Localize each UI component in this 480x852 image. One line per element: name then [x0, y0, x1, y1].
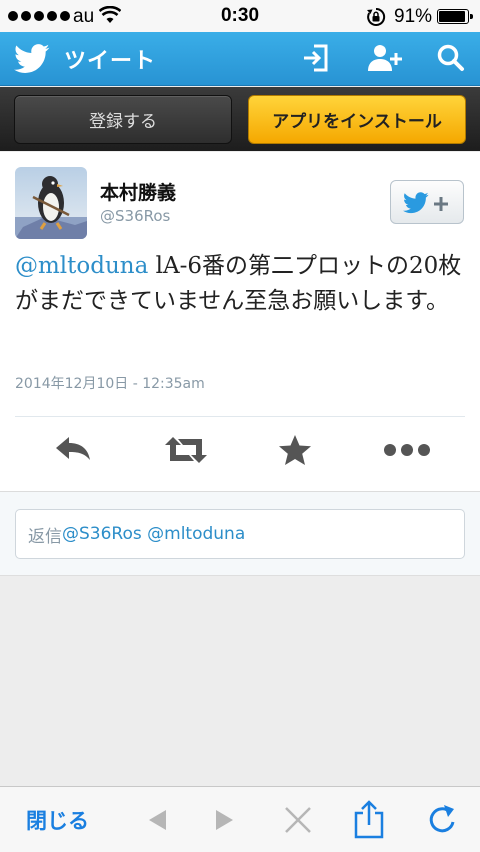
retweet-icon[interactable]	[163, 434, 209, 466]
reply-input[interactable]: 返信 @S36Ros @mltoduna	[15, 509, 465, 559]
twitter-bird-icon	[403, 192, 429, 214]
follow-button[interactable]	[390, 180, 464, 224]
more-icon[interactable]	[383, 443, 431, 457]
share-icon[interactable]	[353, 799, 385, 839]
rotation-lock-icon	[367, 7, 386, 26]
reply-mentions: @S36Ros @mltoduna	[62, 524, 246, 544]
author-handle[interactable]: @S36Ros	[100, 207, 170, 225]
avatar[interactable]	[15, 167, 87, 239]
page-title: ツイート	[64, 49, 157, 74]
browser-toolbar: 閉じる	[0, 786, 480, 852]
reply-icon[interactable]	[54, 434, 92, 464]
reply-area: 返信 @S36Ros @mltoduna	[0, 492, 480, 576]
status-bar: au 0:30 91%	[0, 0, 480, 32]
stop-icon[interactable]	[284, 806, 312, 834]
tweet-text: @mltoduna lA-6番の第二プロットの20枚がまだできていません至急お願…	[15, 249, 470, 319]
add-user-icon[interactable]	[366, 42, 406, 74]
forward-arrow-icon[interactable]	[214, 808, 236, 832]
mention-link[interactable]: @mltoduna	[15, 253, 148, 279]
back-arrow-icon[interactable]	[146, 808, 168, 832]
battery-percent: 91%	[394, 6, 433, 27]
twitter-bird-icon[interactable]	[14, 44, 50, 74]
battery-icon	[437, 9, 473, 24]
search-icon[interactable]	[436, 42, 466, 74]
twitter-header: ツイート	[0, 32, 480, 86]
signup-bar: 登録する アプリをインストール	[0, 87, 480, 151]
reply-prefix: 返信	[28, 526, 62, 547]
author-name[interactable]: 本村勝義	[100, 178, 176, 205]
close-button[interactable]: 閉じる	[26, 805, 89, 835]
tweet-timestamp[interactable]: 2014年12月10日 - 12:35am	[15, 373, 205, 393]
install-app-button[interactable]: アプリをインストール	[248, 95, 466, 144]
register-button[interactable]: 登録する	[14, 95, 232, 144]
divider	[15, 416, 465, 417]
sign-in-icon[interactable]	[300, 42, 332, 74]
star-icon[interactable]	[278, 434, 312, 466]
reload-icon[interactable]	[426, 803, 458, 837]
plus-icon	[434, 197, 448, 211]
tweet-card: 本村勝義 @S36Ros @mltoduna lA-6番の第二プロットの20枚が…	[0, 152, 480, 492]
